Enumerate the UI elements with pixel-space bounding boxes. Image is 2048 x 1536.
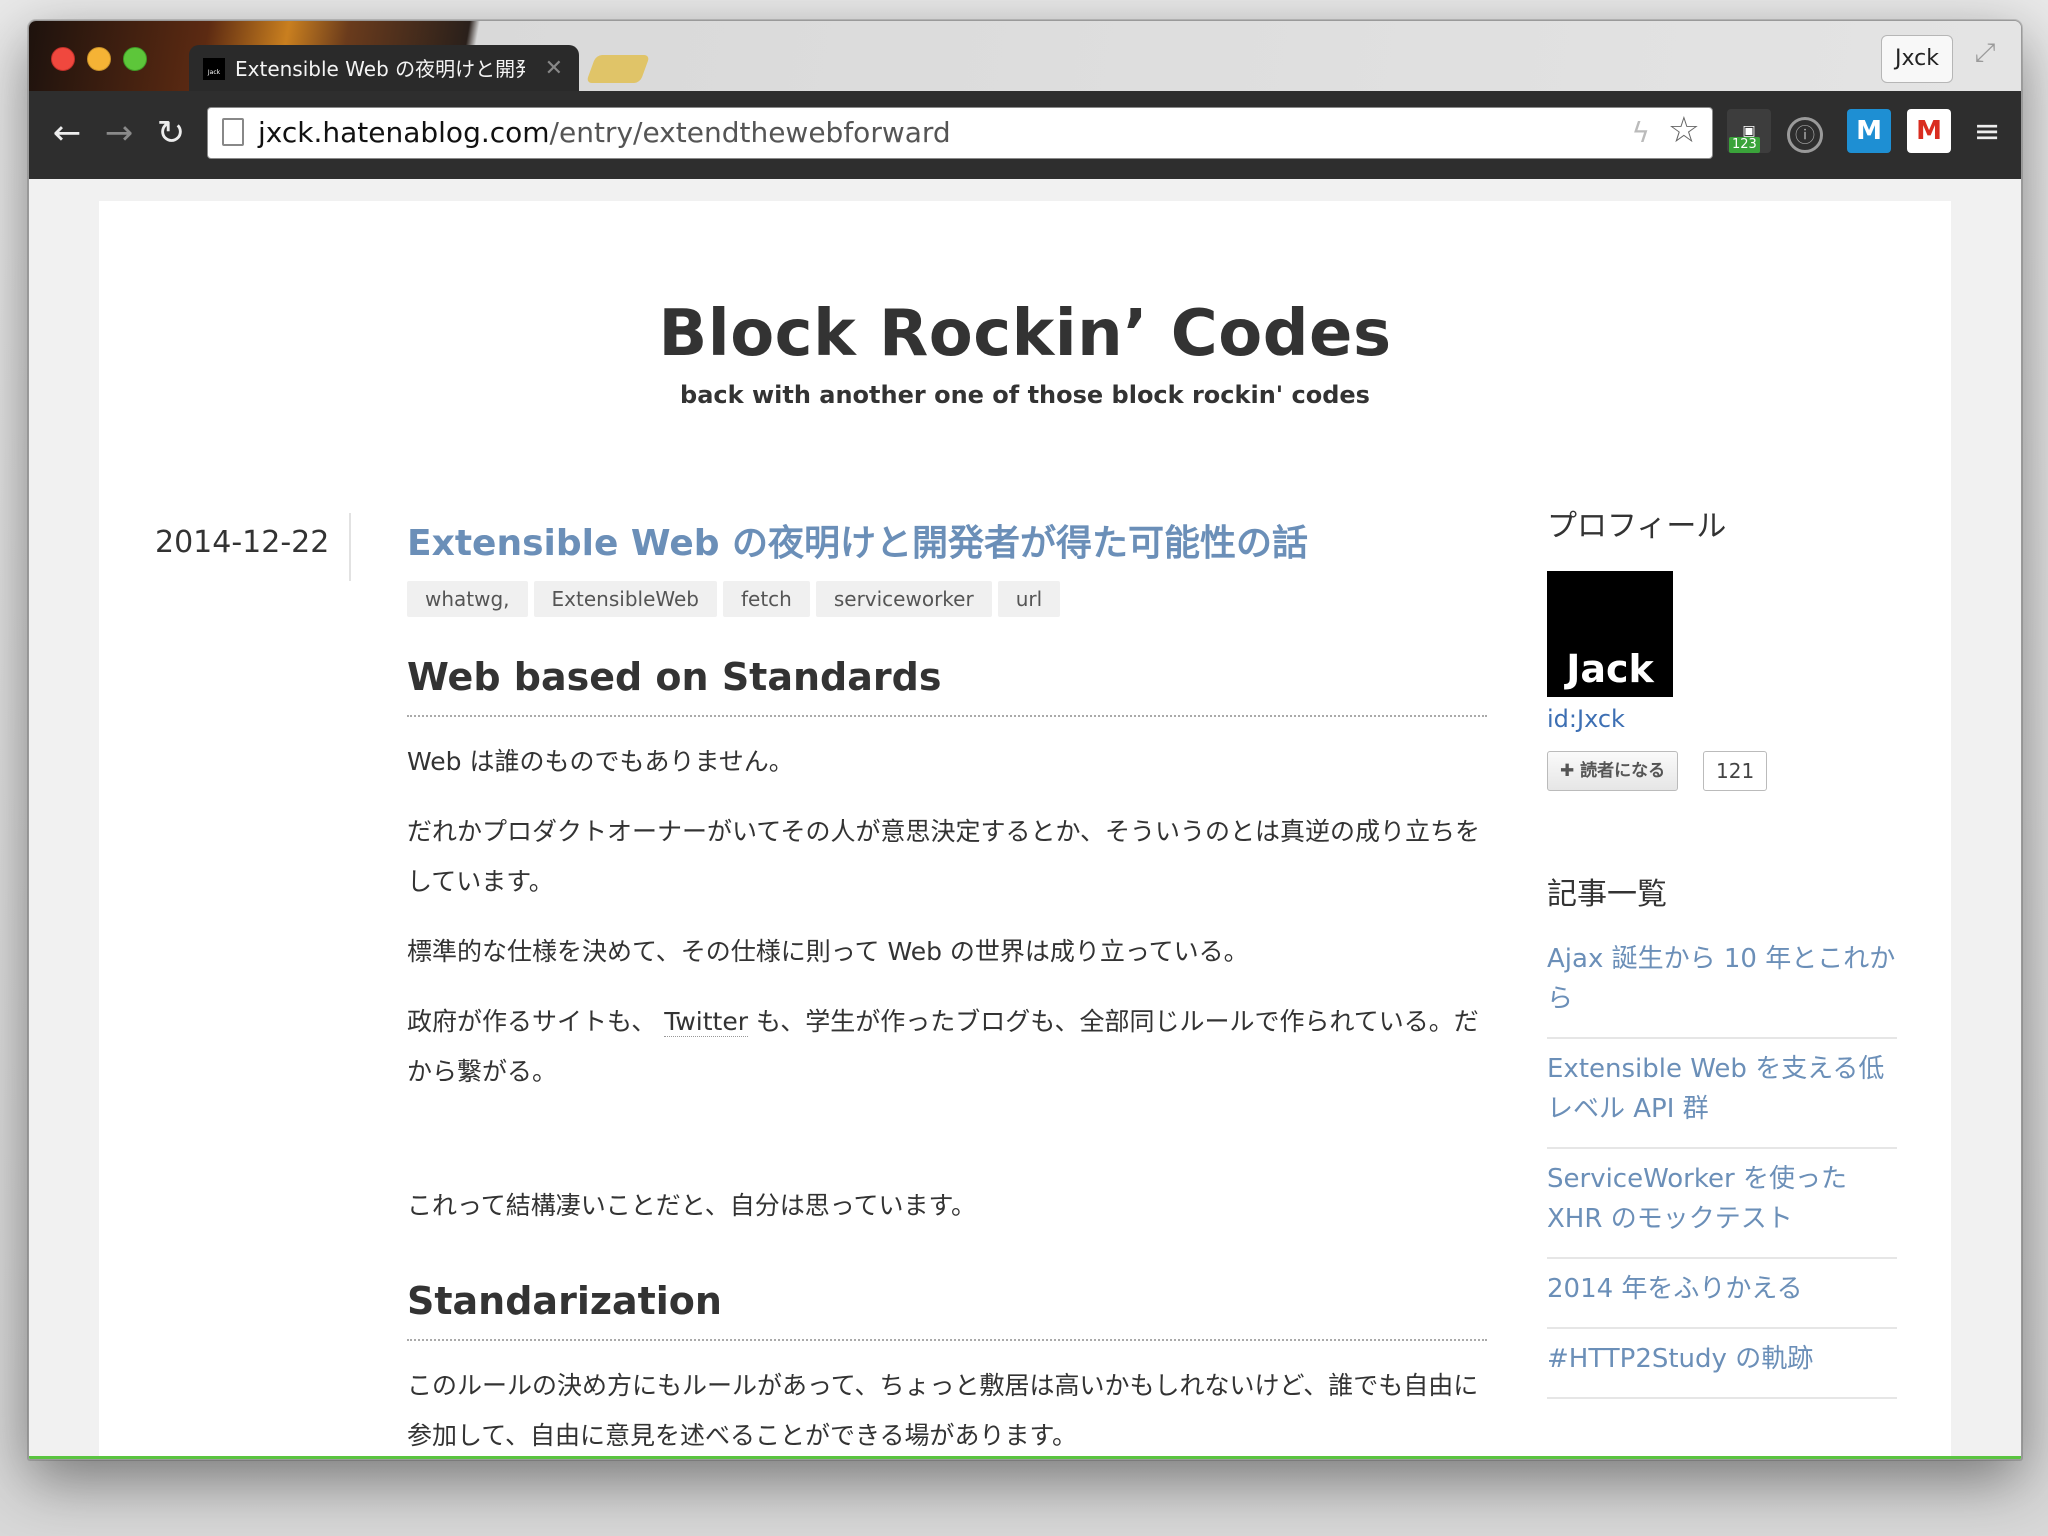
section-heading: Web based on Standards — [407, 655, 1487, 717]
blog-description: back with another one of those block roc… — [680, 381, 1370, 409]
gmail-icon[interactable]: M — [1907, 109, 1951, 153]
twitter-link[interactable]: Twitter — [664, 1007, 749, 1037]
back-arrow-icon[interactable]: ← — [45, 111, 89, 155]
paragraph-text: 政府が作るサイトも、 — [407, 1007, 657, 1036]
page-content: Block Rockin’ Codes back with another on… — [99, 201, 1951, 1456]
article-link[interactable]: Extensible Web を支える低レベル API 群 — [1547, 1039, 1897, 1149]
paragraph: だれかプロダクトオーナーがいてその人が意思決定するとか、そういうのとは真逆の成り… — [407, 817, 1481, 896]
extension-icon[interactable]: ▣ 123 — [1727, 109, 1771, 153]
profile-heading: プロフィール — [1547, 509, 1727, 544]
category-list: whatwg, ExtensibleWeb fetch serviceworker ur… — [407, 581, 1487, 617]
close-icon[interactable]: ✕ — [545, 45, 563, 93]
tab-title: Extensible Web の夜明けと開発者が得た可能性の話 — [235, 57, 525, 81]
minimize-window-button[interactable] — [87, 47, 111, 71]
star-icon[interactable]: ☆ — [1668, 110, 1700, 151]
date-divider — [349, 513, 351, 581]
avatar-text: Jack — [1566, 647, 1654, 691]
1password-icon[interactable]: ⓘ — [1787, 117, 1823, 153]
entry-title[interactable]: Extensible Web の夜明けと開発者が得た可能性の話 — [407, 517, 1487, 571]
article-link[interactable]: Ajax 誕生から 10 年とこれから — [1547, 939, 1897, 1039]
plus-icon: ✚ — [1560, 761, 1581, 781]
article-link[interactable]: #HTTP2Study の軌跡 — [1547, 1329, 1897, 1399]
m-icon[interactable]: M — [1847, 109, 1891, 153]
forward-arrow-icon[interactable]: → — [97, 111, 141, 155]
toolbar: ← → ↻ jxck.hatenablog.com/entry/extendth… — [29, 91, 2021, 179]
subscribe-label: 読者になる — [1580, 761, 1666, 781]
category-tag[interactable]: url — [997, 581, 1061, 617]
category-tag[interactable]: fetch — [722, 581, 810, 617]
zoom-window-button[interactable] — [123, 47, 147, 71]
article-link[interactable]: 2014 年をふりかえる — [1547, 1259, 1897, 1329]
sidebar: プロフィール Jack id:Jxck ✚ 読者になる 121 記事一覧 Aja… — [1547, 501, 1897, 1399]
avatar[interactable]: Jack — [1547, 571, 1673, 697]
articles-heading: 記事一覧 — [1547, 877, 1667, 912]
menu-icon[interactable]: ≡ — [1965, 109, 2009, 153]
tab-strip: Jack Extensible Web の夜明けと開発者が得た可能性の話 ✕ J… — [29, 21, 2021, 93]
url-path: /entry/extendthewebforward — [549, 116, 951, 149]
reload-icon[interactable]: ↻ — [149, 111, 193, 155]
page-icon — [222, 118, 244, 146]
paragraph: このルールの決め方にもルールがあって、ちょっと敷居は高いかもしれないけど、誰でも… — [407, 1371, 1479, 1450]
category-tag[interactable]: serviceworker — [815, 581, 992, 617]
profile-button[interactable]: Jxck — [1881, 35, 1953, 83]
user-id-link[interactable]: id:Jxck — [1547, 705, 1897, 733]
new-tab-button[interactable] — [585, 55, 651, 83]
article-list: Ajax 誕生から 10 年とこれから Extensible Web を支える低… — [1547, 939, 1897, 1399]
extension-badge: 123 — [1729, 137, 1760, 153]
blog-title[interactable]: Block Rockin’ Codes — [99, 297, 1951, 371]
subscriber-count[interactable]: 121 — [1703, 751, 1768, 791]
close-window-button[interactable] — [51, 47, 75, 71]
subscribe-widget: ✚ 読者になる 121 — [1547, 751, 1897, 791]
category-tag[interactable]: whatwg, — [407, 581, 528, 617]
address-bar[interactable]: jxck.hatenablog.com/entry/extendthewebfo… — [207, 107, 1713, 159]
browser-window: Jack Extensible Web の夜明けと開発者が得た可能性の話 ✕ J… — [28, 20, 2022, 1460]
subscribe-button[interactable]: ✚ 読者になる — [1547, 751, 1679, 791]
tab-active[interactable]: Jack Extensible Web の夜明けと開発者が得た可能性の話 ✕ — [189, 45, 579, 93]
bolt-icon[interactable]: ϟ — [1632, 116, 1650, 149]
paragraph: Web は誰のものでもありません。 — [407, 747, 794, 776]
entry: Extensible Web の夜明けと開発者が得た可能性の話 whatwg, E… — [407, 517, 1487, 1456]
fullscreen-icon[interactable]: ⤢ — [1967, 35, 2003, 71]
paragraph: 政府が作るサイトも、 Twitter も、学生が作ったブログも、全部同じルールで… — [407, 997, 1487, 1097]
entry-date[interactable]: 2014-12-22 — [155, 525, 329, 560]
page-viewport: Block Rockin’ Codes back with another on… — [29, 179, 2021, 1459]
paragraph: これって結構凄いことだと、自分は思っています。 — [407, 1191, 977, 1220]
article-link[interactable]: ServiceWorker を使った XHR のモックテスト — [1547, 1149, 1897, 1259]
section-heading: Standarization — [407, 1279, 1487, 1341]
url-text[interactable]: jxck.hatenablog.com/entry/extendthewebfo… — [258, 108, 951, 158]
tab-favicon: Jack — [203, 58, 225, 80]
category-tag[interactable]: ExtensibleWeb — [533, 581, 717, 617]
paragraph: 標準的な仕様を決めて、その仕様に則って Web の世界は成り立っている。 — [407, 937, 1249, 966]
url-domain: jxck.hatenablog.com — [258, 116, 550, 149]
